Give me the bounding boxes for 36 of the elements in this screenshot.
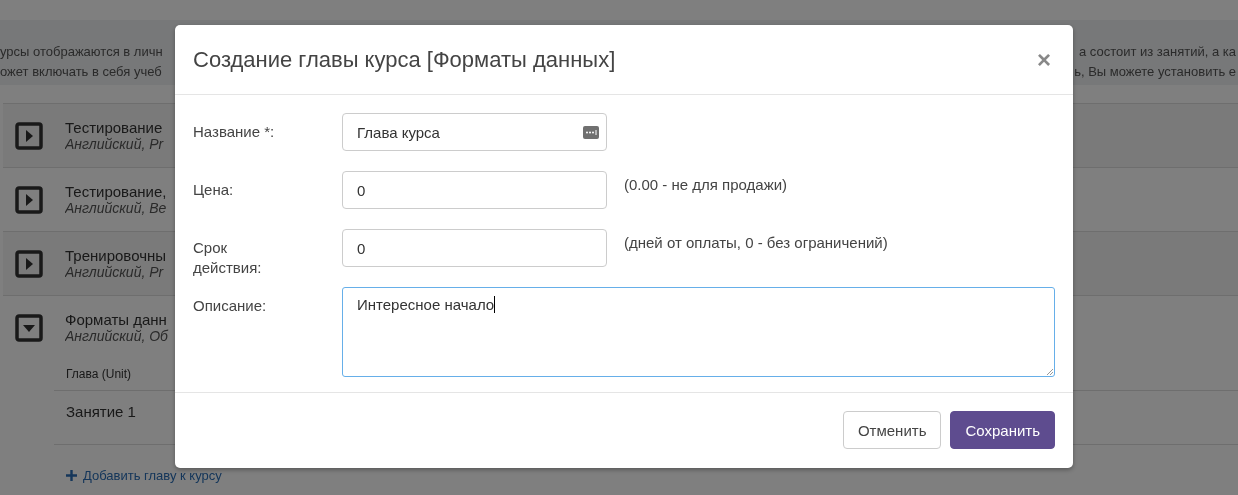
- cancel-button[interactable]: Отменить: [842, 411, 942, 449]
- field-label: Срок действия:: [193, 238, 263, 278]
- field-label: Название *:: [193, 122, 276, 142]
- input-field[interactable]: 0: [342, 171, 607, 209]
- course-title[interactable]: Тестирование: [65, 119, 173, 136]
- autofill-icon[interactable]: [583, 125, 599, 139]
- course-subtitle: Английский, Pr: [65, 136, 165, 152]
- add-chapter-link[interactable]: Добавить главу к курсу: [66, 468, 222, 483]
- info-text: а состоит из занятий, а ка: [1078, 44, 1237, 61]
- save-button[interactable]: Сохранить: [950, 411, 1055, 449]
- expand-icon[interactable]: [15, 121, 43, 150]
- unit-title[interactable]: Занятие 1: [66, 403, 136, 420]
- description-field[interactable]: Интересное начало: [342, 287, 1055, 377]
- field-hint: (дней от оплаты, 0 - без ограничений): [624, 233, 888, 251]
- collapse-icon[interactable]: [15, 313, 43, 342]
- input-field[interactable]: Глава курса: [342, 113, 607, 151]
- course-subtitle: Английский, Pr: [65, 264, 165, 280]
- dialog-title: Создание главы курса [Форматы данных]: [193, 46, 616, 73]
- info-text: урсы отображаются в личн: [0, 44, 164, 61]
- field-label: Описание:: [193, 296, 268, 316]
- column-header: Глава (Unit): [65, 366, 133, 383]
- input-field[interactable]: 0: [342, 229, 607, 267]
- expand-icon[interactable]: [15, 249, 43, 278]
- course-title[interactable]: Тестирование,: [65, 183, 173, 200]
- field-label: Цена:: [193, 180, 235, 200]
- resize-grip-icon[interactable]: [1046, 368, 1053, 375]
- course-subtitle: Английский, Об: [65, 328, 169, 344]
- course-title[interactable]: Тренировочны: [65, 247, 173, 264]
- course-title[interactable]: Форматы данн: [65, 311, 173, 328]
- info-text: ь, Вы можете установить е: [1074, 64, 1237, 81]
- expand-icon[interactable]: [15, 185, 43, 214]
- course-subtitle: Английский, Ве: [65, 200, 168, 216]
- plus-icon: [66, 470, 77, 481]
- close-button[interactable]: ×: [1033, 47, 1055, 72]
- field-hint: (0.00 - не для продажи): [624, 175, 788, 193]
- info-text: ожет включать в себя учеб: [0, 64, 163, 81]
